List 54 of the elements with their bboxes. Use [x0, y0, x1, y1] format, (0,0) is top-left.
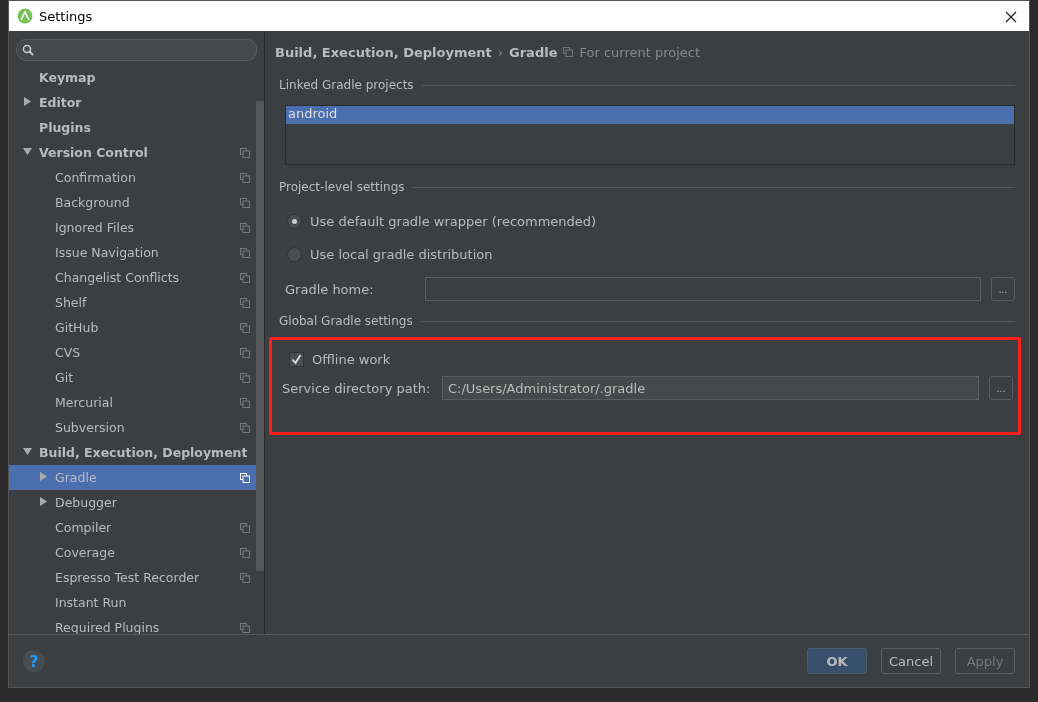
checkbox-label[interactable]: Offline work: [312, 351, 391, 367]
collapsed-arrow-icon[interactable]: [39, 497, 48, 506]
tree-item[interactable]: Changelist Conflicts: [9, 265, 256, 290]
tree-item[interactable]: Debugger: [9, 490, 256, 515]
section-title: Linked Gradle projects: [279, 78, 414, 92]
ok-button[interactable]: OK: [807, 648, 867, 674]
android-logo-icon: [17, 8, 33, 24]
field-label: Service directory path:: [282, 380, 432, 396]
section-title: Global Gradle settings: [279, 314, 413, 328]
tree-item[interactable]: Mercurial: [9, 390, 256, 415]
window-title: Settings: [39, 8, 94, 24]
breadcrumb-separator: ›: [497, 44, 504, 60]
collapsed-arrow-icon[interactable]: [23, 97, 32, 106]
tree-item[interactable]: Build, Execution, Deployment: [9, 440, 256, 465]
service-directory-field[interactable]: C:/Users/Administrator/.gradle: [442, 376, 979, 400]
tree-item[interactable]: Editor: [9, 90, 256, 115]
cancel-button[interactable]: Cancel: [881, 648, 941, 674]
radio-label[interactable]: Use local gradle distribution: [310, 247, 493, 262]
scope-label: For current project: [579, 44, 701, 60]
radio-button[interactable]: [287, 247, 302, 262]
section-title: Project-level settings: [279, 180, 405, 194]
radio-label[interactable]: Use default gradle wrapper (recommended): [310, 214, 597, 229]
checkbox[interactable]: [289, 351, 304, 367]
tree-item[interactable]: Version Control: [9, 140, 256, 165]
search-field[interactable]: [16, 39, 257, 61]
radio-button[interactable]: [287, 214, 302, 229]
tree-item[interactable]: Issue Navigation: [9, 240, 256, 265]
search-icon: [22, 44, 34, 56]
tree-item[interactable]: Background: [9, 190, 256, 215]
expanded-arrow-icon[interactable]: [23, 147, 32, 156]
tree-item[interactable]: Plugins: [9, 115, 256, 140]
tree-item[interactable]: Subversion: [9, 415, 256, 440]
project-list-item[interactable]: android: [286, 106, 1014, 124]
tree-item[interactable]: Required Plugins: [9, 615, 256, 634]
breadcrumb-parent[interactable]: Build, Execution, Deployment: [275, 44, 492, 60]
tree-item[interactable]: Coverage: [9, 540, 256, 565]
tree-item[interactable]: Keymap: [9, 65, 256, 90]
copy-icon: [563, 47, 574, 57]
tree-item[interactable]: CVS: [9, 340, 256, 365]
tree-item[interactable]: Shelf: [9, 290, 256, 315]
tree-item[interactable]: Ignored Files: [9, 215, 256, 240]
tree-item[interactable]: Instant Run: [9, 590, 256, 615]
scrollbar[interactable]: [256, 101, 264, 571]
field-label: Gradle home:: [285, 281, 375, 297]
tree-item[interactable]: Compiler: [9, 515, 256, 540]
tree-item[interactable]: Confirmation: [9, 165, 256, 190]
tree-item[interactable]: Espresso Test Recorder: [9, 565, 256, 590]
expanded-arrow-icon[interactable]: [23, 447, 32, 456]
breadcrumb-current: Gradle: [509, 44, 558, 60]
browse-button[interactable]: ...: [989, 376, 1013, 400]
tree-item[interactable]: Git: [9, 365, 256, 390]
tree-item[interactable]: GitHub: [9, 315, 256, 340]
browse-button[interactable]: ...: [991, 277, 1015, 301]
help-button[interactable]: ?: [23, 650, 45, 672]
